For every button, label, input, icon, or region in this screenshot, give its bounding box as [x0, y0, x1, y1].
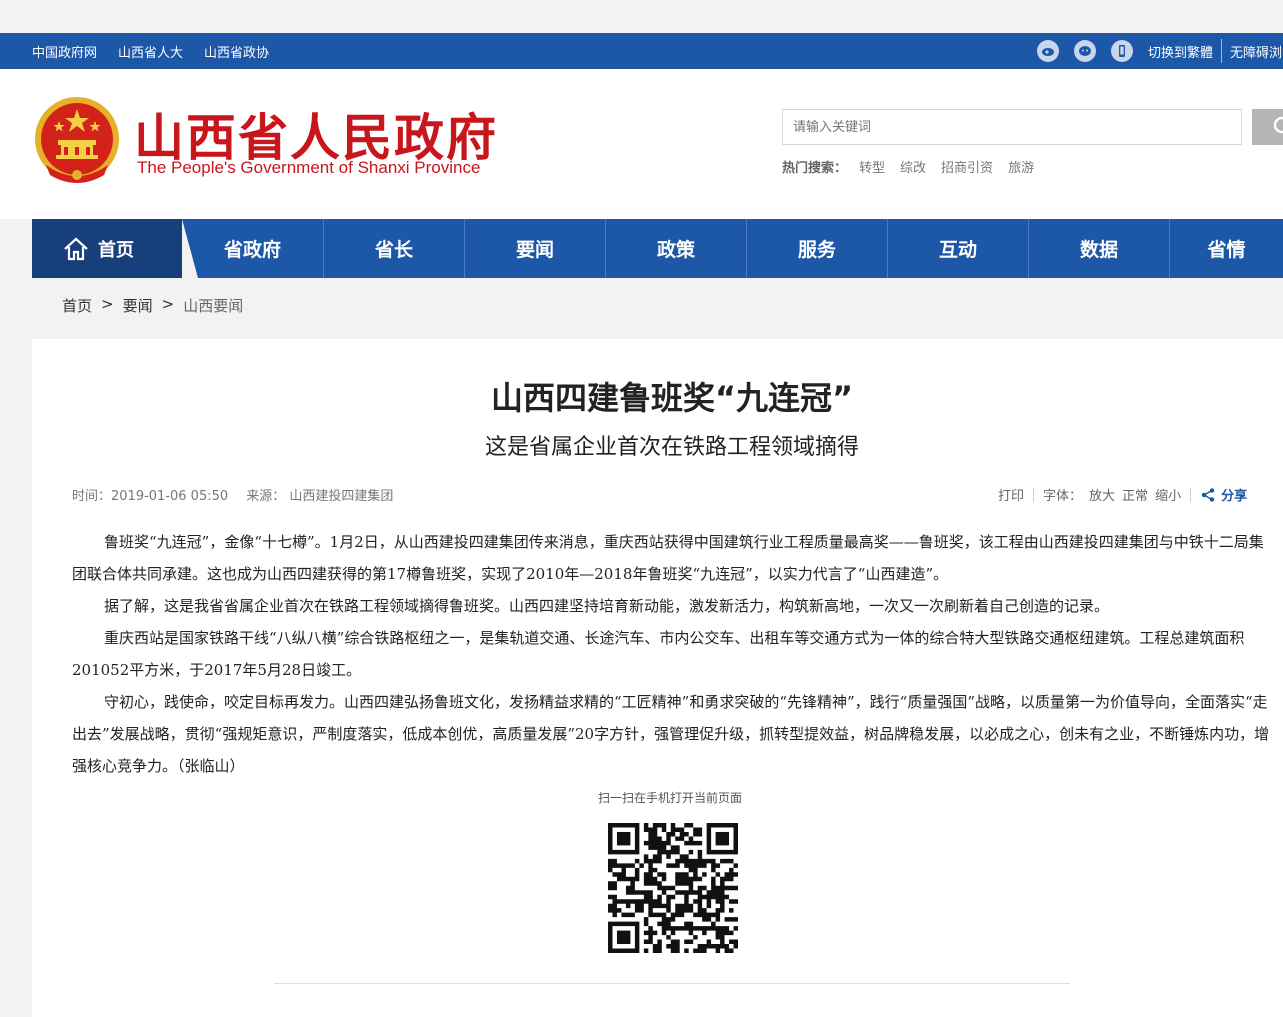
nav-item-service[interactable]: 服务	[746, 219, 887, 278]
nav-home-label: 首页	[98, 239, 134, 261]
nav-item-provincial-gov[interactable]: 省政府	[182, 219, 323, 278]
top-link-cppcc[interactable]: 山西省政协	[204, 42, 269, 61]
top-link-npc[interactable]: 山西省人大	[118, 42, 183, 61]
traditional-chinese-switch[interactable]: 切换到繁體	[1148, 42, 1213, 61]
font-normal-button[interactable]: 正常	[1122, 485, 1148, 504]
nav-item-province-info[interactable]: 省情	[1169, 219, 1283, 278]
article-paragraph: 鲁班奖“九连冠”，金像“十七樽”。1月2日，从山西建投四建集团传来消息，重庆西站…	[72, 533, 1264, 583]
divider	[1190, 487, 1192, 502]
nav-home[interactable]: 首页	[32, 219, 182, 278]
article-subtitle: 这是省属企业首次在铁路工程领域摘得	[484, 435, 859, 460]
top-links: 中国政府网 山西省人大 山西省政协	[32, 33, 290, 69]
article-source: 来源： 山西建投四建集团	[246, 489, 394, 504]
breadcrumb-current[interactable]: 山西要闻	[183, 295, 243, 316]
font-small-button[interactable]: 缩小	[1155, 485, 1181, 504]
font-large-button[interactable]: 放大	[1089, 485, 1115, 504]
breadcrumb-separator: >	[101, 295, 114, 313]
article-paragraph: 据了解，这是我省省属企业首次在铁路工程领域摘得鲁班奖。山西四建坚持培育新动能，激…	[104, 597, 1110, 615]
breadcrumb-news[interactable]: 要闻	[123, 295, 153, 316]
search-button[interactable]	[1252, 109, 1283, 145]
hot-search-label: 热门搜索：	[782, 161, 848, 176]
accessibility-link[interactable]: 无障碍浏	[1230, 42, 1282, 61]
nav-item-interaction[interactable]: 互动	[887, 219, 1028, 278]
print-button[interactable]: 打印	[998, 485, 1024, 504]
mobile-icon[interactable]	[1111, 40, 1133, 62]
article-body: 鲁班奖“九连冠”，金像“十七樽”。1月2日，从山西建投四建集团传来消息，重庆西站…	[72, 526, 1277, 782]
share-icon[interactable]	[1200, 487, 1216, 503]
top-link-gov[interactable]: 中国政府网	[32, 42, 97, 61]
hot-term[interactable]: 转型	[859, 157, 885, 176]
article-meta: 时间：2019-01-06 05:50 来源： 山西建投四建集团	[72, 485, 393, 504]
divider	[1221, 39, 1223, 63]
hot-search: 热门搜索： 转型 综改 招商引资 旅游	[782, 157, 1049, 176]
hot-term[interactable]: 综改	[900, 157, 926, 176]
national-emblem-logo[interactable]	[32, 95, 122, 189]
font-size-label: 字体：	[1043, 489, 1083, 504]
wechat-icon[interactable]	[1074, 40, 1096, 62]
search-input[interactable]	[782, 109, 1242, 145]
nav-item-data[interactable]: 数据	[1028, 219, 1169, 278]
article-paragraph: 守初心，践使命，咬定目标再发力。山西四建弘扬鲁班文化，发扬精益求精的“工匠精神”…	[72, 693, 1270, 775]
breadcrumb-separator: >	[161, 295, 175, 313]
nav-item-news[interactable]: 要闻	[464, 219, 605, 278]
site-title-english: The People's Government of Shanxi Provin…	[137, 158, 481, 177]
nav-item-governor[interactable]: 省长	[323, 219, 464, 278]
hot-term[interactable]: 旅游	[1008, 157, 1034, 176]
article-panel: 山西四建鲁班奖“九连冠” 这是省属企业首次在铁路工程领域摘得 时间：2019-0…	[32, 339, 1283, 1017]
qr-code	[607, 822, 738, 953]
site-header: 山西省人民政府 The People's Government of Shanx…	[0, 69, 1283, 219]
breadcrumb-home[interactable]: 首页	[62, 295, 92, 316]
search-icon	[1273, 116, 1283, 134]
hot-term[interactable]: 招商引资	[941, 157, 993, 176]
weibo-icon[interactable]	[1037, 40, 1059, 62]
article-tools: 打印 字体： 放大 正常 缩小 分享	[998, 485, 1247, 504]
divider	[274, 983, 1070, 984]
nav-item-policy[interactable]: 政策	[605, 219, 746, 278]
article-paragraph: 重庆西站是国家铁路干线“八纵八横”综合铁路枢纽之一，是集轨道交通、长途汽车、市内…	[72, 629, 1245, 679]
top-bar: 中国政府网 山西省人大 山西省政协 切换到繁體 无障碍浏	[0, 33, 1283, 69]
home-icon	[64, 237, 88, 260]
qr-code-label: 扫一扫在手机打开当前页面	[597, 791, 742, 805]
share-button[interactable]: 分享	[1221, 485, 1247, 504]
divider	[1033, 487, 1035, 502]
article-time: 时间：2019-01-06 05:50	[72, 489, 229, 504]
breadcrumb: 首页 > 要闻 > 山西要闻	[62, 295, 243, 316]
article-title: 山西四建鲁班奖“九连冠”	[490, 379, 854, 417]
top-right-tools: 切换到繁體 无障碍浏	[1037, 33, 1282, 69]
main-nav: 首页 省政府 省长 要闻 政策 服务 互动 数据 省情	[32, 219, 1283, 278]
